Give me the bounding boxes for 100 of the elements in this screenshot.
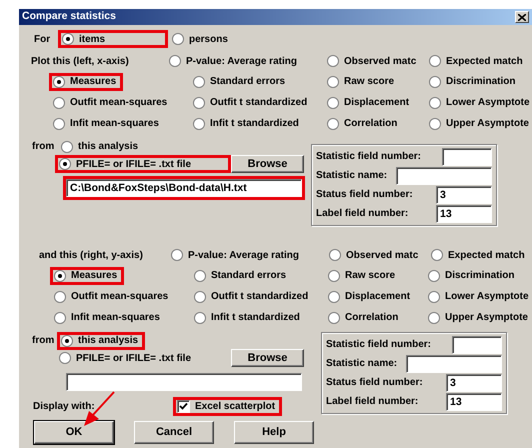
radio-label[interactable]: PFILE= or IFILE= .txt file [76, 158, 192, 170]
radio-label[interactable]: Upper Asymptote [446, 118, 529, 129]
radio-button[interactable] [54, 290, 66, 302]
dialog-button[interactable]: Help [234, 421, 314, 444]
radio-label[interactable]: Upper Asymptote [445, 312, 528, 323]
radio-button[interactable] [327, 118, 339, 130]
radio-label[interactable]: Standard errors [211, 270, 286, 281]
radio-label[interactable]: Outfit mean-squares [71, 291, 168, 302]
radio-button[interactable] [328, 312, 340, 324]
radio-button[interactable] [193, 76, 205, 88]
radio-button[interactable] [327, 55, 339, 67]
radio-button[interactable] [169, 55, 181, 67]
radio-label[interactable]: P-value: Average rating [186, 56, 297, 66]
radio-button[interactable] [194, 290, 206, 302]
browse-button[interactable]: Browse [231, 349, 304, 367]
radio-button[interactable] [428, 290, 440, 302]
radio-button[interactable] [61, 334, 73, 346]
radio-label[interactable]: Infit mean-squares [71, 312, 160, 323]
from-label: from [32, 335, 56, 346]
radio-label[interactable]: Expected match [446, 56, 523, 66]
radio-label[interactable]: Outfit t standardized [211, 291, 308, 302]
input-field[interactable]: 3 [436, 186, 492, 204]
input-field[interactable] [396, 166, 492, 184]
radio-button[interactable] [54, 312, 66, 324]
radio-button[interactable] [53, 118, 65, 130]
input-field[interactable] [406, 354, 502, 372]
radio-label[interactable]: Displacement [344, 97, 410, 108]
input-field[interactable] [452, 336, 502, 354]
close-button[interactable] [515, 11, 529, 23]
radio-button[interactable] [53, 96, 65, 108]
radio-label[interactable]: Discrimination [445, 270, 514, 281]
radio-label[interactable]: Standard errors [210, 76, 286, 87]
radio-label[interactable]: Measures [70, 76, 116, 87]
checkbox-label[interactable]: Excel scatterplot [195, 401, 276, 412]
field-label: Statistic field number: [326, 339, 432, 350]
input-field[interactable]: 3 [446, 374, 502, 392]
radio-label[interactable]: persons [189, 34, 228, 44]
input-field[interactable] [442, 148, 492, 166]
radio-button[interactable] [54, 270, 66, 282]
radio-label[interactable]: Correlation [344, 118, 398, 129]
field-label: For [34, 34, 52, 44]
field-label: Statistic field number: [316, 151, 422, 162]
radio-label[interactable]: Outfit t standardized [210, 97, 308, 108]
radio-label[interactable]: Raw score [345, 270, 396, 281]
radio-button[interactable] [431, 249, 443, 261]
browse-button[interactable]: Browse [231, 155, 304, 173]
input-field[interactable]: 13 [436, 204, 492, 222]
radio-button[interactable] [53, 76, 65, 88]
radio-label[interactable]: Expected match [448, 250, 525, 260]
display-label: Display with: [33, 401, 96, 412]
radio-button[interactable] [429, 118, 441, 130]
path-field[interactable]: C:\Bond&FoxSteps\Bond-data\H.txt [66, 179, 302, 197]
radio-button[interactable] [172, 33, 184, 45]
radio-button[interactable] [62, 33, 74, 45]
radio-button[interactable] [193, 118, 205, 130]
radio-label[interactable]: Lower Asymptote [446, 97, 530, 108]
radio-label[interactable]: Outfit mean-squares [70, 97, 168, 108]
radio-label[interactable]: Correlation [345, 312, 398, 323]
radio-button[interactable] [61, 140, 73, 152]
radio-button[interactable] [193, 96, 205, 108]
radio-label[interactable]: P-value: Average rating [188, 250, 299, 260]
radio-label[interactable]: Infit t standardized [211, 312, 300, 323]
radio-button[interactable] [429, 96, 441, 108]
radio-button[interactable] [59, 352, 71, 364]
window-title: Compare statistics [22, 11, 116, 23]
radio-button[interactable] [429, 76, 441, 88]
radio-label[interactable]: Infit mean-squares [70, 118, 159, 129]
radio-label[interactable]: items [79, 34, 106, 44]
radio-label[interactable]: Observed matc [346, 250, 418, 260]
dialog-button[interactable]: Cancel [134, 421, 214, 444]
radio-label[interactable]: Raw score [344, 76, 394, 87]
radio-label[interactable]: Lower Asymptote [445, 291, 529, 302]
field-label: Statistic name: [326, 358, 398, 369]
radio-label[interactable]: Measures [71, 270, 118, 281]
radio-button[interactable] [59, 158, 71, 170]
section-label: and this (right, y-axis) [39, 250, 144, 260]
radio-button[interactable] [329, 249, 341, 261]
radio-button[interactable] [194, 312, 206, 324]
radio-button[interactable] [428, 270, 440, 282]
checkbox[interactable] [177, 400, 190, 413]
input-field[interactable]: 13 [446, 392, 502, 410]
field-label: Status field number: [316, 189, 413, 200]
path-field[interactable] [66, 373, 302, 391]
radio-label[interactable]: Infit t standardized [210, 118, 299, 129]
radio-button[interactable] [194, 270, 206, 282]
radio-label[interactable]: this analysis [78, 141, 138, 152]
dialog-button[interactable]: OK [34, 421, 114, 444]
radio-button[interactable] [327, 76, 339, 88]
radio-button[interactable] [328, 270, 340, 282]
radio-label[interactable]: Discrimination [446, 76, 516, 87]
radio-label[interactable]: Observed matc [344, 56, 416, 66]
radio-button[interactable] [171, 249, 183, 261]
field-label: Label field number: [326, 396, 418, 407]
radio-button[interactable] [428, 312, 440, 324]
radio-label[interactable]: Displacement [345, 291, 410, 302]
radio-button[interactable] [429, 55, 441, 67]
radio-label[interactable]: this analysis [78, 335, 138, 346]
radio-label[interactable]: PFILE= or IFILE= .txt file [76, 352, 192, 364]
radio-button[interactable] [327, 96, 339, 108]
radio-button[interactable] [328, 290, 340, 302]
